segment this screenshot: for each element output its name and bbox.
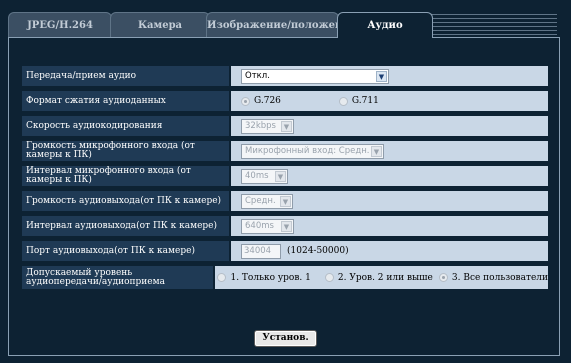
row-mic-interval: Интервал микрофонного входа (от камеры к…: [22, 166, 548, 186]
out-volume-select[interactable]: Средн. ▼: [241, 193, 293, 209]
audio-mode-cell: Откл. ▼: [231, 66, 548, 86]
bitrate-label: Скорость аудиокодирования: [22, 116, 229, 136]
bitrate-value: 32kbps: [245, 121, 276, 131]
mic-volume-label: Громкость микрофонного входа (от камеры …: [22, 141, 229, 161]
out-port-cell: 34004 (1024-50000): [231, 241, 548, 261]
bitrate-cell: 32kbps ▼: [231, 116, 548, 136]
compression-option-g711-label: G.711: [351, 96, 379, 106]
radio-selected-icon: [241, 96, 250, 106]
mic-interval-select[interactable]: 40ms ▼: [241, 168, 288, 184]
compression-label: Формат сжатия аудиоданных: [22, 91, 229, 111]
out-volume-value: Средн.: [245, 196, 276, 206]
compression-option-g711[interactable]: G.711: [338, 96, 379, 106]
audio-mode-select[interactable]: Откл. ▼: [241, 68, 389, 84]
out-interval-label: Интервал аудиовыхода(от ПК к камере): [22, 216, 229, 236]
out-interval-cell: 640ms ▼: [231, 216, 548, 236]
button-bar: Установ.: [0, 330, 571, 347]
permission-option-3[interactable]: 3. Все пользователи: [438, 272, 548, 283]
permission-label: Допускаемый уровень аудиопередачи/аудиоп…: [22, 266, 214, 289]
tab-audio[interactable]: Аудио: [337, 12, 433, 38]
compression-option-g726-label: G.726: [254, 96, 281, 106]
chevron-down-icon: ▼: [376, 70, 387, 82]
out-port-input[interactable]: 34004: [241, 243, 281, 259]
tab-jpeg-h264[interactable]: JPEG/H.264: [8, 12, 112, 38]
row-compression: Формат сжатия аудиоданных G.726 G.711: [22, 91, 548, 111]
permission-cell: 1. Только уров. 1 2. Уров. 2 или выше 3.…: [215, 266, 548, 289]
out-port-range: (1024-50000): [287, 246, 349, 256]
mic-volume-select[interactable]: Микрофонный вход: Средн. ▼: [241, 143, 384, 159]
out-volume-cell: Средн. ▼: [231, 191, 548, 211]
row-audio-mode: Передача/прием аудио Откл. ▼: [22, 66, 548, 86]
chevron-down-icon: ▼: [281, 120, 292, 132]
out-port-label: Порт аудиовыхода(от ПК к камере): [22, 241, 229, 261]
radio-unselected-icon: [324, 273, 334, 282]
row-bitrate: Скорость аудиокодирования 32kbps ▼: [22, 116, 548, 136]
permission-option-3-label: 3. Все пользователи: [451, 272, 548, 283]
audio-mode-label: Передача/прием аудио: [22, 66, 229, 86]
mic-volume-cell: Микрофонный вход: Средн. ▼: [231, 141, 548, 161]
tab-image-position[interactable]: Изображение/положение: [206, 12, 339, 38]
mic-interval-cell: 40ms ▼: [231, 166, 548, 186]
permission-option-2-label: 2. Уров. 2 или выше: [337, 272, 433, 283]
mic-volume-value: Микрофонный вход: Средн.: [245, 146, 370, 156]
out-interval-select[interactable]: 640ms ▼: [241, 218, 294, 234]
compression-cell: G.726 G.711: [231, 91, 548, 111]
row-out-volume: Громкость аудиовыхода(от ПК к камере) Ср…: [22, 191, 548, 211]
row-mic-volume: Громкость микрофонного входа (от камеры …: [22, 141, 548, 161]
bitrate-select[interactable]: 32kbps ▼: [241, 118, 294, 134]
permission-option-2[interactable]: 2. Уров. 2 или выше: [324, 272, 433, 283]
chevron-down-icon: ▼: [280, 195, 291, 207]
audio-settings-form: Передача/прием аудио Откл. ▼ Формат сжат…: [22, 66, 548, 294]
out-interval-value: 640ms: [245, 221, 274, 231]
row-out-interval: Интервал аудиовыхода(от ПК к камере) 640…: [22, 216, 548, 236]
audio-mode-value: Откл.: [245, 71, 270, 81]
radio-unselected-icon: [338, 96, 348, 106]
row-out-port: Порт аудиовыхода(от ПК к камере) 34004 (…: [22, 241, 548, 261]
chevron-down-icon: ▼: [281, 220, 292, 232]
row-permission: Допускаемый уровень аудиопередачи/аудиоп…: [22, 266, 548, 289]
radio-unselected-icon: [217, 273, 227, 282]
compression-option-g726[interactable]: G.726: [241, 96, 281, 106]
tab-bar: JPEG/H.264 Камера Изображение/положение …: [8, 12, 560, 38]
chevron-down-icon: ▼: [371, 145, 382, 157]
settings-frame: JPEG/H.264 Камера Изображение/положение …: [0, 0, 571, 363]
permission-option-1[interactable]: 1. Только уров. 1: [217, 272, 311, 283]
set-button[interactable]: Установ.: [254, 330, 317, 347]
tab-camera[interactable]: Камера: [110, 12, 210, 38]
mic-interval-label: Интервал микрофонного входа (от камеры к…: [22, 166, 229, 186]
chevron-down-icon: ▼: [275, 170, 286, 182]
radio-selected-icon: [438, 273, 448, 282]
out-volume-label: Громкость аудиовыхода(от ПК к камере): [22, 191, 229, 211]
permission-option-1-label: 1. Только уров. 1: [230, 272, 311, 283]
mic-interval-value: 40ms: [245, 171, 269, 181]
